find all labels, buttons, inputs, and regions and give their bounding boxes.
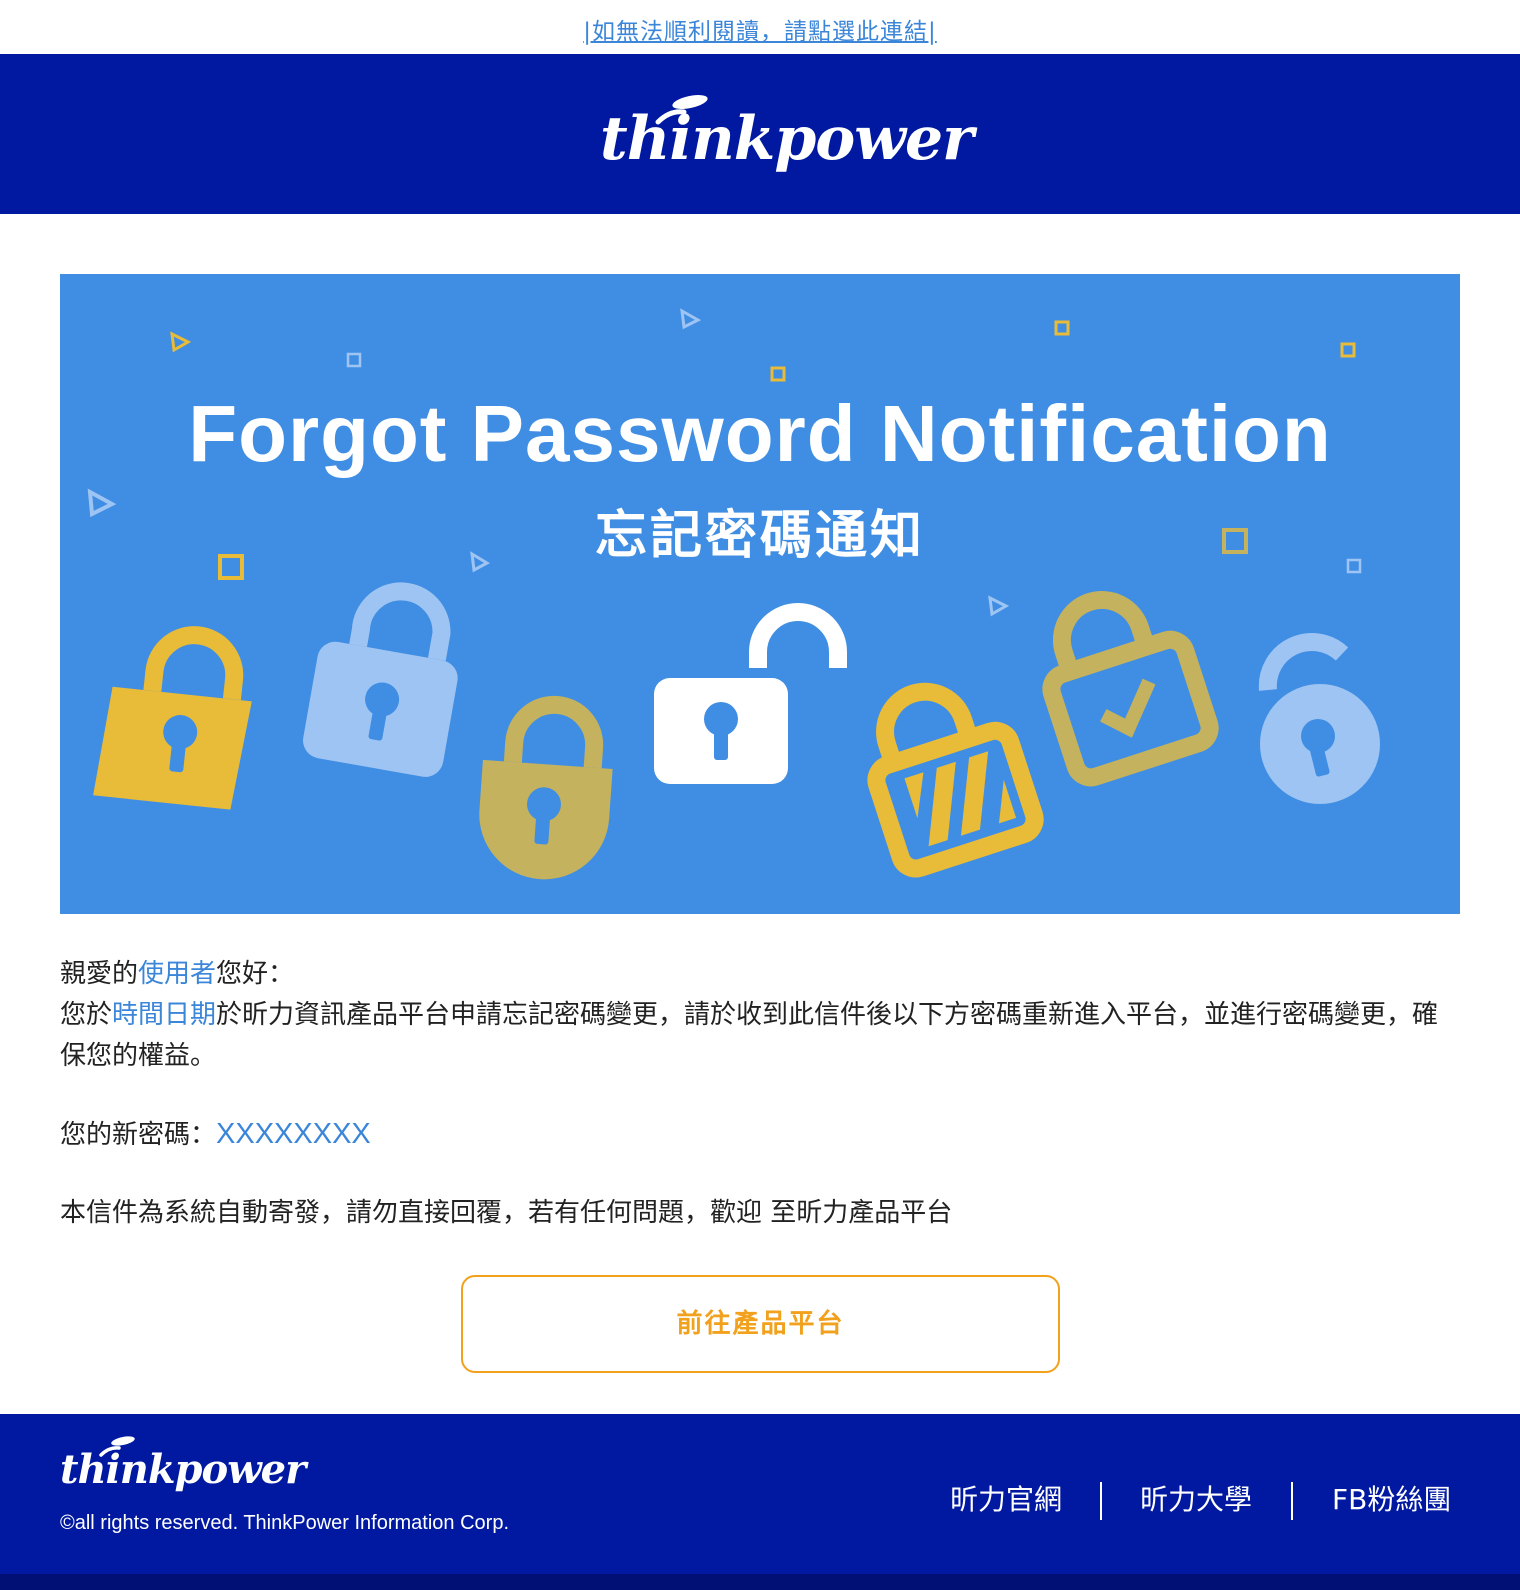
header-logo: thinkpower <box>600 104 974 174</box>
hero-banner: Forgot Password Notification 忘記密碼通知 <box>60 274 1460 914</box>
lock-light-blue-icon <box>303 582 458 777</box>
body-prefix: 您於 <box>60 1000 113 1030</box>
top-link-bar: |如無法順利閱讀，請點選此連結| <box>0 0 1520 54</box>
greeting-user: 使用者 <box>138 959 217 989</box>
banner-title: Forgot Password Notification <box>188 389 1332 478</box>
view-online-link[interactable]: |如無法順利閱讀，請點選此連結| <box>583 12 937 46</box>
request-date: 時間日期 <box>112 1000 217 1030</box>
triangle-icon <box>680 308 702 330</box>
footer-link-website[interactable]: 昕力官網 <box>950 1478 1062 1522</box>
lock-olive-check-icon <box>1042 591 1219 787</box>
footer-nav: 昕力官網 昕力大學 FB粉絲團 <box>930 1478 1460 1522</box>
triangle-icon <box>988 595 1010 617</box>
triangle-icon <box>170 331 192 353</box>
lock-light-blue-round-icon <box>1258 633 1380 804</box>
lock-olive-icon <box>479 695 613 880</box>
lock-yellow-icon <box>93 626 252 810</box>
copyright-text: ©all rights reserved. ThinkPower Informa… <box>60 1512 509 1534</box>
footer-logo: thinkpower <box>60 1446 306 1493</box>
greeting-line: 親愛的使用者您好： <box>60 954 1460 995</box>
footer-divider <box>1100 1482 1102 1520</box>
lock-yellow-striped-icon <box>867 682 1044 878</box>
body-paragraph: 您於時間日期於昕力資訊產品平台申請忘記密碼變更，請於收到此信件後以下方密碼重新進… <box>60 995 1460 1077</box>
auto-notice: 本信件為系統自動寄發，請勿直接回覆，若有任何問題，歡迎 至昕力產品平台 <box>60 1198 953 1228</box>
footer-bottom-strip <box>0 1574 1520 1590</box>
square-icon <box>1340 342 1356 358</box>
body-text: 於昕力資訊產品平台申請忘記密碼變更，請於收到此信件後以下方密碼重新進入平台，並進… <box>60 1000 1439 1071</box>
square-icon <box>346 352 362 368</box>
lock-white-open-icon <box>654 603 847 784</box>
square-icon <box>770 366 786 382</box>
greeting-prefix: 親愛的 <box>60 959 139 989</box>
greeting-suffix: 您好： <box>216 959 295 989</box>
square-icon <box>1054 320 1070 336</box>
footer-link-university[interactable]: 昕力大學 <box>1140 1478 1252 1522</box>
new-password-line: 您的新密碼：XXXXXXXX <box>60 1114 1460 1156</box>
banner-subtitle: 忘記密碼通知 <box>594 506 925 566</box>
banner-illustration <box>87 308 1380 880</box>
footer-divider <box>1291 1482 1293 1520</box>
new-password-value: XXXXXXXX <box>216 1118 371 1150</box>
header: thinkpower <box>0 54 1520 214</box>
new-password-label: 您的新密碼： <box>60 1120 217 1150</box>
go-to-platform-button[interactable]: 前往產品平台 <box>461 1275 1060 1373</box>
footer-link-facebook[interactable]: FB粉絲團 <box>1332 1478 1451 1522</box>
message-body: 親愛的使用者您好： 您於時間日期於昕力資訊產品平台申請忘記密碼變更，請於收到此信… <box>60 954 1460 1234</box>
